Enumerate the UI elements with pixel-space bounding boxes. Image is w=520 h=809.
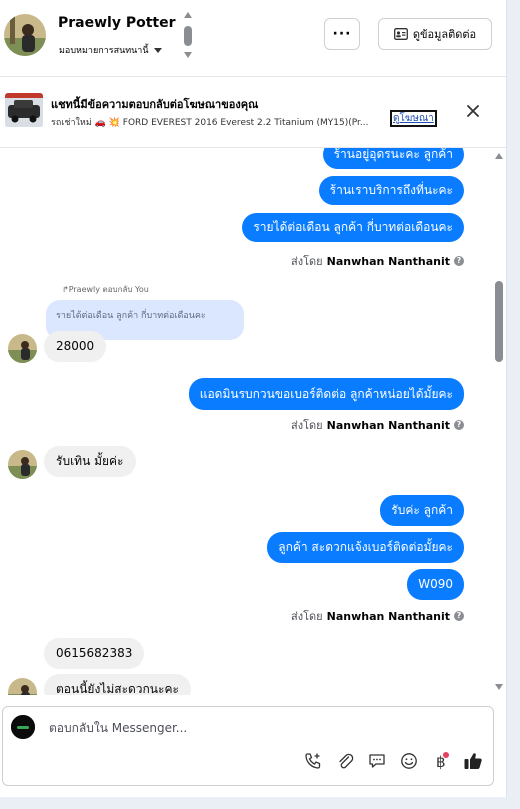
conversation-header: Praewly Potter มอบหมายการสนทนานี้ ··· ดู… xyxy=(0,0,506,77)
more-button[interactable]: ··· xyxy=(324,18,360,50)
scroll-thumb[interactable] xyxy=(495,281,503,362)
reply-input[interactable] xyxy=(47,720,471,736)
message-list[interactable]: ร้านอยู่อุดรนะคะ ลูกค้า ร้านเราบริการถึง… xyxy=(0,148,506,695)
ad-thumbnail[interactable] xyxy=(5,93,43,127)
contact-card-icon xyxy=(393,28,408,40)
sent-by-prefix: ส่งโดย xyxy=(291,419,323,432)
scroll-down-icon[interactable] xyxy=(184,52,192,58)
scroll-up-icon[interactable] xyxy=(495,153,503,159)
outgoing-message[interactable]: แอดมินรบกวนขอเบอร์ติดต่อ ลูกค้าหน่อยได้ม… xyxy=(188,378,464,410)
ad-banner-title: แชทนี้มีข้อความตอบกลับต่อโฆษณาของคุณ xyxy=(51,98,259,111)
outgoing-message[interactable]: รายได้ต่อเดือน ลูกค้า กี่บาทต่อเดือนคะ xyxy=(242,213,464,242)
agent-name[interactable]: Nanwhan Nanthanit xyxy=(327,419,450,432)
sent-by-prefix: ส่งโดย xyxy=(291,255,323,268)
sent-by-label: ส่งโดย Nanwhan Nanthanit ? xyxy=(291,607,464,625)
agent-name[interactable]: Nanwhan Nanthanit xyxy=(327,255,450,268)
thumbs-up-icon[interactable] xyxy=(463,751,483,771)
incoming-message[interactable]: 28000 xyxy=(44,331,107,362)
outgoing-message[interactable]: รับค่ะ ลูกค้า xyxy=(380,495,464,526)
sent-by-prefix: ส่งโดย xyxy=(291,610,323,623)
reply-label: ↱Praewly ตอบกลับ You xyxy=(62,285,149,294)
conversation-panel: Praewly Potter มอบหมายการสนทนานี้ ··· ดู… xyxy=(0,0,507,797)
contact-name[interactable]: Praewly Potter xyxy=(58,15,176,31)
reply-arrow-icon: ↱ xyxy=(62,285,69,294)
baht-icon[interactable]: ฿ xyxy=(431,751,451,771)
chevron-down-icon xyxy=(153,47,162,53)
avatar[interactable] xyxy=(4,14,46,56)
avatar[interactable] xyxy=(8,450,37,479)
sent-by-label: ส่งโดย Nanwhan Nanthanit ? xyxy=(291,416,464,434)
scroll-up-icon[interactable] xyxy=(184,12,192,18)
agent-name[interactable]: Nanwhan Nanthanit xyxy=(327,610,450,623)
ad-banner-subtitle: รถเช่าใหม่ 🚗 💥 FORD EVEREST 2016 Everest… xyxy=(51,118,369,128)
phone-add-icon[interactable] xyxy=(303,751,323,771)
avatar[interactable] xyxy=(8,678,37,695)
assign-label: มอบหมายการสนทนานี้ xyxy=(59,46,149,56)
incoming-message[interactable]: 0615682383 xyxy=(44,638,145,669)
outgoing-message[interactable]: ร้านอยู่อุดรนะคะ ลูกค้า xyxy=(322,148,464,169)
view-ad-link[interactable]: ดูโฆษณา xyxy=(390,110,437,127)
page-avatar xyxy=(11,715,35,739)
help-icon[interactable]: ? xyxy=(454,611,464,621)
incoming-message[interactable]: ตอนนี้ยังไม่สะดวกนะคะ xyxy=(44,674,191,695)
close-icon[interactable] xyxy=(464,102,482,120)
message-composer: ฿ xyxy=(2,706,494,786)
paperclip-icon[interactable] xyxy=(335,751,355,771)
more-icon: ··· xyxy=(332,26,352,42)
message-scrollbar[interactable] xyxy=(494,148,504,693)
assign-dropdown[interactable]: มอบหมายการสนทนานี้ xyxy=(59,43,162,57)
help-icon[interactable]: ? xyxy=(454,420,464,430)
chat-bubble-icon[interactable] xyxy=(367,751,387,771)
sent-by-label: ส่งโดย Nanwhan Nanthanit ? xyxy=(291,252,464,270)
ad-reply-banner: แชทนี้มีข้อความตอบกลับต่อโฆษณาของคุณ รถเ… xyxy=(0,77,506,148)
view-contact-label: ดูข้อมูลติดต่อ xyxy=(412,28,477,41)
incoming-message[interactable]: รับเทิน มั้ยค่ะ xyxy=(44,446,136,477)
outgoing-message[interactable]: W090 xyxy=(407,569,464,600)
avatar[interactable] xyxy=(8,334,37,363)
outgoing-message[interactable]: ร้านเราบริการถึงที่นะคะ xyxy=(318,176,464,205)
help-icon[interactable]: ? xyxy=(454,256,464,266)
header-scrollbar[interactable] xyxy=(183,12,193,60)
scroll-down-icon[interactable] xyxy=(495,684,503,690)
scroll-thumb[interactable] xyxy=(184,26,192,46)
outgoing-message[interactable]: ลูกค้า สะดวกแจ้งเบอร์ติดต่อมั้ยคะ xyxy=(267,532,464,563)
emoji-icon[interactable] xyxy=(399,751,419,771)
view-contact-button[interactable]: ดูข้อมูลติดต่อ xyxy=(378,18,492,50)
